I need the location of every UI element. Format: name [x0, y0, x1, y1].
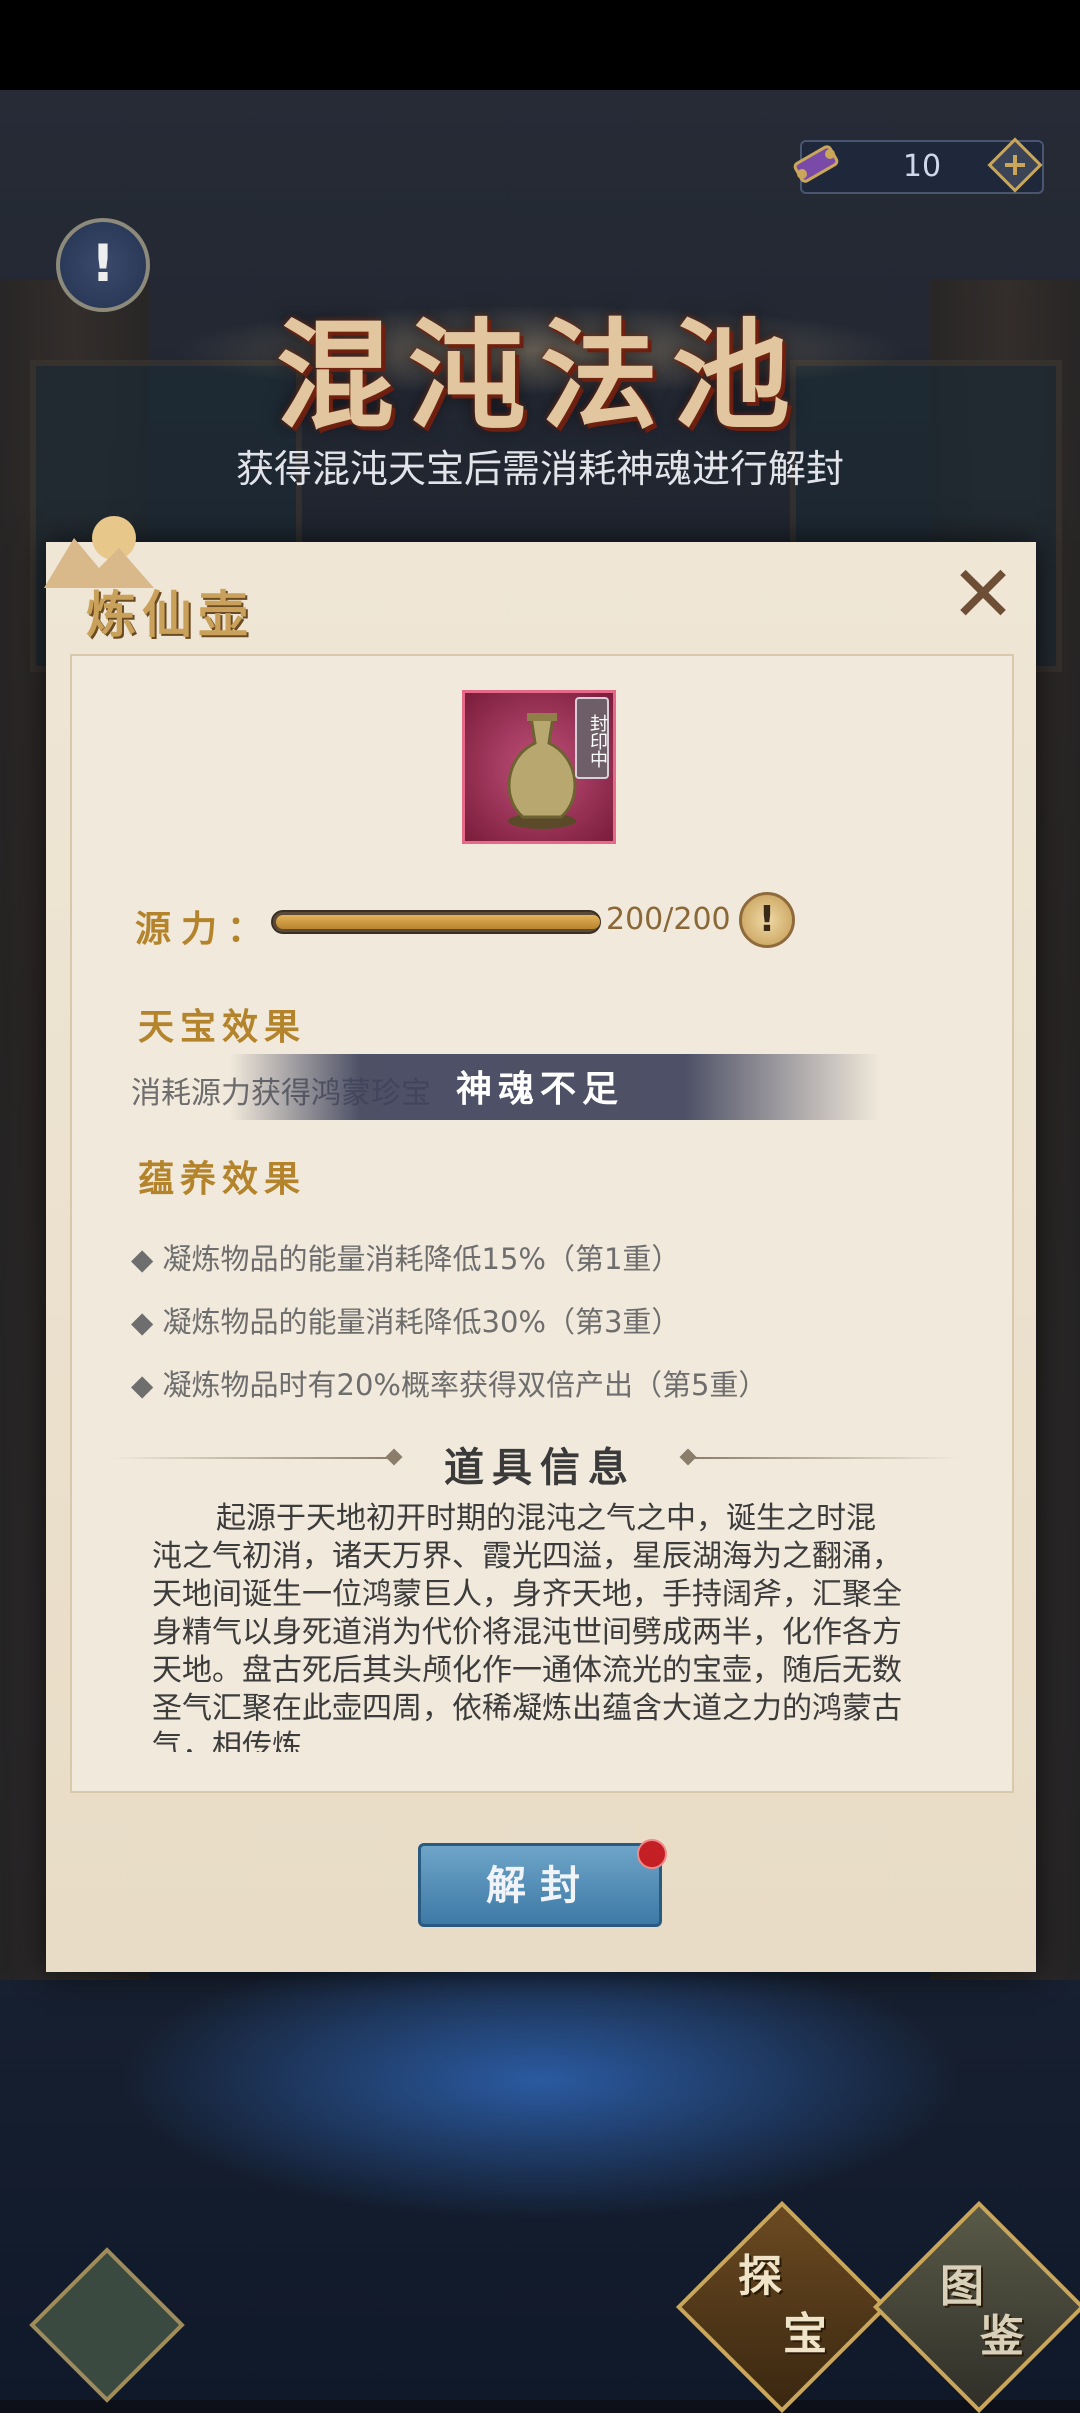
treasure-effect-heading: 天宝效果: [138, 1006, 307, 1048]
explore-label-b: 宝: [783, 2309, 827, 2360]
divider-right: [690, 1457, 960, 1459]
sealed-status-badge: 封印中: [575, 697, 609, 779]
atlas-label-a: 图: [940, 2261, 984, 2312]
add-currency-button[interactable]: [985, 135, 1045, 195]
item-icon-frame: 封印中: [462, 690, 616, 844]
nurture-effect-item: ◆ 凝炼物品的能量消耗降低15%（第1重）: [131, 1242, 681, 1276]
source-power-bar: [271, 910, 601, 934]
nurture-effect-heading: 蕴养效果: [138, 1158, 307, 1200]
item-description: 起源于天地初开时期的混沌之气之中，诞生之时混沌之气初消，诸天万界、霞光四溢，星辰…: [152, 1501, 902, 1752]
insufficient-soul-toast: 神魂不足: [455, 1069, 624, 1110]
item-description-scroll[interactable]: 起源于天地初开时期的混沌之气之中，诞生之时混沌之气初消，诸天万界、霞光四溢，星辰…: [152, 1500, 902, 1752]
source-power-label: 源力：: [135, 909, 274, 950]
item-info-heading: 道具信息: [444, 1444, 636, 1491]
nurture-effect-item: ◆ 凝炼物品的能量消耗降低30%（第3重）: [131, 1305, 681, 1339]
close-button[interactable]: ✕: [948, 556, 1018, 634]
source-power-bar-fill: [276, 915, 600, 929]
source-power-value: 200/200: [606, 902, 731, 937]
source-power-info-button[interactable]: !: [739, 892, 795, 948]
dialog-title: 炼仙壶: [86, 585, 254, 644]
notification-dot: [637, 1839, 667, 1869]
page-title: 混沌法池: [275, 306, 804, 445]
atlas-label-b: 鉴: [980, 2311, 1024, 2362]
nurture-effect-item: ◆ 凝炼物品时有20%概率获得双倍产出（第5重）: [131, 1368, 768, 1402]
status-bar: [0, 0, 1080, 90]
explore-label-a: 探: [738, 2251, 782, 2302]
unseal-button[interactable]: 解封: [418, 1843, 662, 1927]
page-subtitle: 获得混沌天宝后需消耗神魂进行解封: [235, 447, 844, 491]
